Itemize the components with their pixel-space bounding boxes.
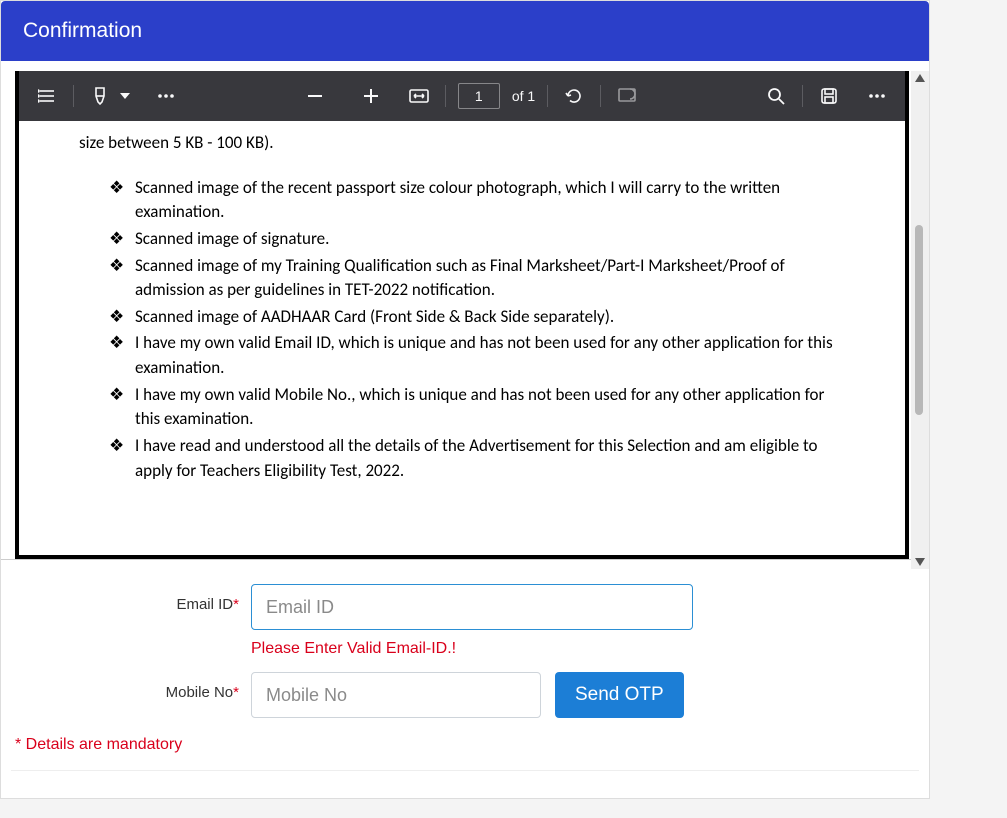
page-number-input[interactable] [458, 83, 500, 109]
confirmation-modal: Confirmation [0, 0, 930, 799]
toolbar-separator [73, 85, 74, 107]
list-item: I have my own valid Mobile No., which is… [109, 383, 845, 432]
zoom-in-icon[interactable] [357, 82, 385, 110]
more-menu-icon[interactable] [863, 82, 891, 110]
toolbar-separator [445, 85, 446, 107]
fit-width-icon[interactable] [405, 82, 433, 110]
mobile-label: Mobile No* [11, 672, 251, 701]
form-section: Email ID* Please Enter Valid Email-ID.! … [1, 559, 929, 798]
presentation-icon[interactable] [613, 82, 641, 110]
scroll-down-arrow-icon[interactable] [913, 555, 927, 569]
more-tools-icon[interactable] [152, 82, 180, 110]
bullet-list: Scanned image of the recent passport siz… [79, 176, 845, 484]
list-item: Scanned image of signature. [109, 227, 845, 252]
pdf-viewer-wrapper: of 1 [1, 61, 929, 559]
pdf-page-content: size between 5 KB - 100 KB). Scanned ima… [19, 121, 905, 555]
email-row: Email ID* Please Enter Valid Email-ID.! [11, 584, 919, 658]
list-item: Scanned image of AADHAAR Card (Front Sid… [109, 305, 845, 330]
modal-title: Confirmation [1, 1, 929, 61]
required-marker: * [233, 684, 239, 701]
scroll-up-arrow-icon[interactable] [913, 71, 927, 85]
list-item: I have read and understood all the detai… [109, 434, 845, 483]
dropdown-chevron-icon[interactable] [120, 93, 130, 99]
save-icon[interactable] [815, 82, 843, 110]
mandatory-note: * Details are mandatory [15, 736, 919, 754]
sidebar-toggle-icon[interactable] [33, 82, 61, 110]
mobile-row: Mobile No* Send OTP [11, 672, 919, 718]
send-otp-button[interactable]: Send OTP [555, 672, 684, 718]
zoom-out-icon[interactable] [301, 82, 329, 110]
list-item: I have my own valid Email ID, which is u… [109, 331, 845, 380]
scroll-track[interactable] [911, 85, 929, 555]
list-item: Scanned image of my Training Qualificati… [109, 254, 845, 303]
mobile-input[interactable] [251, 672, 541, 718]
toolbar-separator [600, 85, 601, 107]
email-label: Email ID* [11, 584, 251, 613]
page-total: of 1 [512, 88, 535, 104]
toolbar-separator [802, 85, 803, 107]
required-marker: * [233, 596, 239, 613]
toolbar-separator [547, 85, 548, 107]
list-item: Scanned image of the recent passport siz… [109, 176, 845, 225]
email-error: Please Enter Valid Email-ID.! [251, 640, 693, 658]
footer-divider [11, 770, 919, 788]
intro-text: size between 5 KB - 100 KB). [79, 131, 845, 156]
highlighter-icon[interactable] [86, 82, 114, 110]
search-icon[interactable] [762, 82, 790, 110]
rotate-icon[interactable] [560, 82, 588, 110]
pdf-toolbar: of 1 [19, 71, 905, 121]
scroll-thumb[interactable] [915, 225, 923, 415]
outer-scrollbar[interactable] [911, 71, 929, 569]
email-input[interactable] [251, 584, 693, 630]
pdf-viewer: of 1 [15, 71, 909, 559]
